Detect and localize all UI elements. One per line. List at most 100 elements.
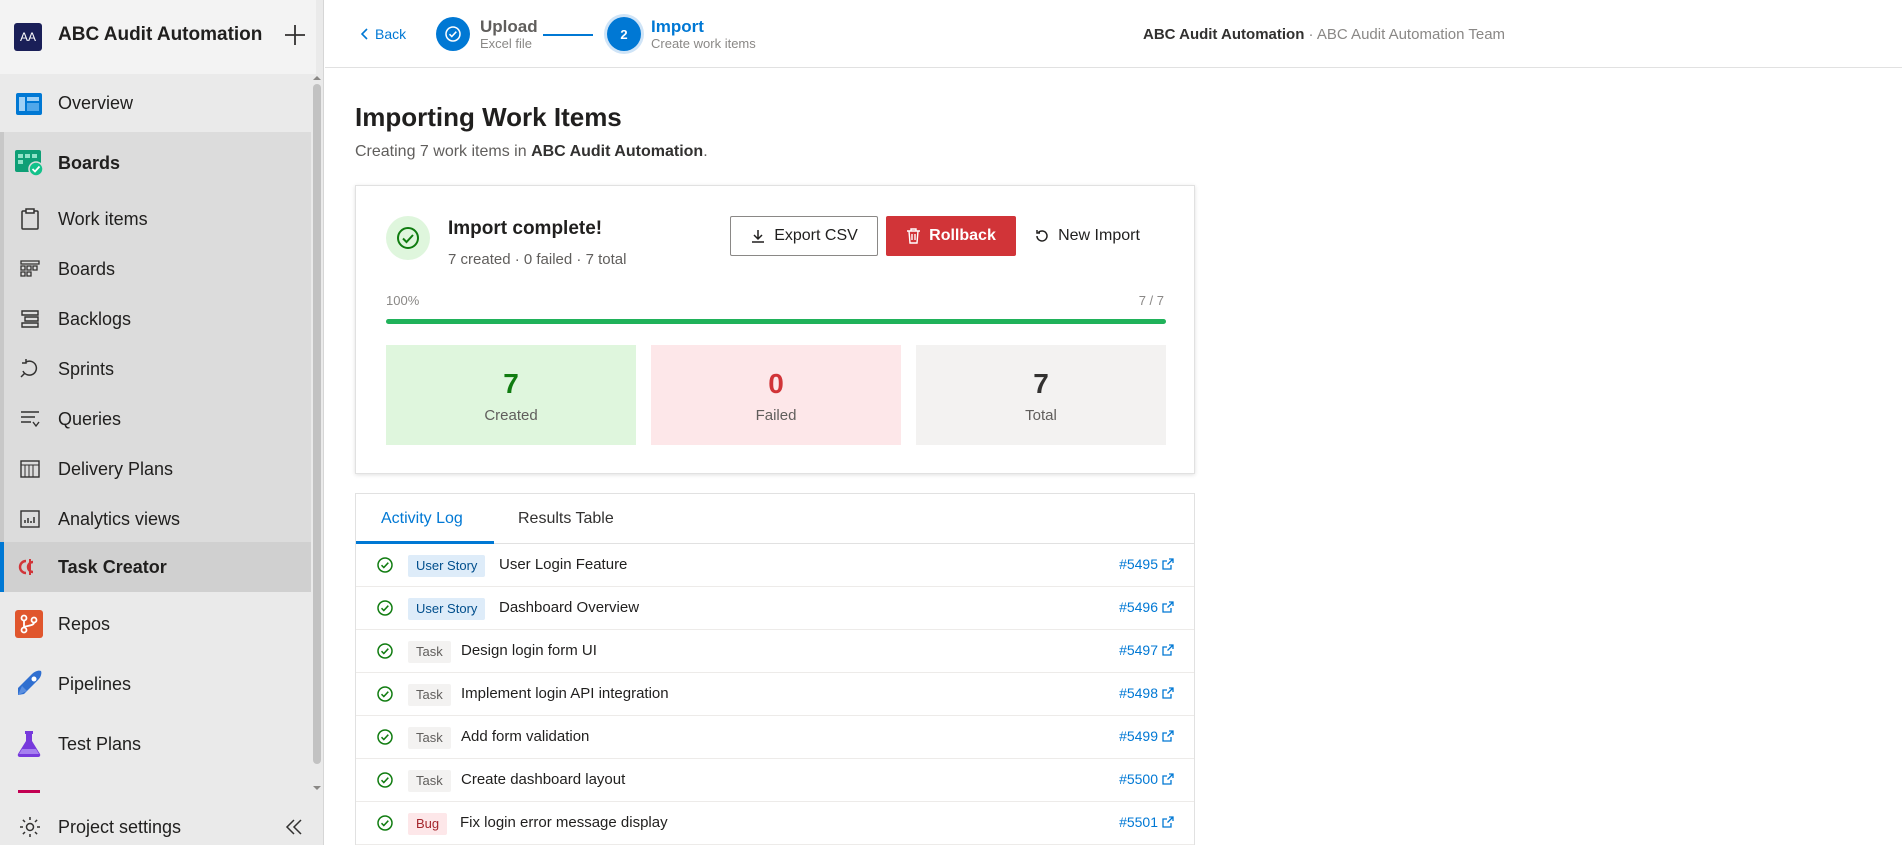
work-item-type-badge: Task — [408, 684, 451, 706]
external-link-icon — [1162, 730, 1174, 742]
step-upload[interactable]: Upload Excel file — [436, 17, 538, 51]
task-creator-icon — [18, 559, 34, 575]
work-item-id: #5500 — [1119, 771, 1158, 787]
rollback-button[interactable]: Rollback — [886, 216, 1016, 256]
step-connector — [543, 34, 593, 36]
boards-icon — [15, 150, 44, 177]
stat-value: 0 — [768, 367, 784, 399]
external-link-icon — [1162, 644, 1174, 656]
sprint-icon — [20, 359, 38, 378]
sidebar-item-project-settings[interactable]: Project settings — [0, 812, 311, 842]
plus-icon[interactable] — [282, 22, 308, 48]
tab-results-table[interactable]: Results Table — [518, 510, 614, 528]
sidebar-scrollbar[interactable] — [313, 74, 321, 794]
work-item-id: #5496 — [1119, 599, 1158, 615]
work-item-link[interactable]: #5497 — [1119, 642, 1174, 658]
step-import[interactable]: 2 Import Create work items — [607, 17, 756, 51]
work-item-title: Add form validation — [461, 728, 590, 745]
page-subtitle: Creating 7 work items in ABC Audit Autom… — [355, 143, 708, 161]
sidebar: AA ABC Audit Automation Overview Boards — [0, 0, 324, 845]
stat-label: Total — [1025, 406, 1057, 424]
work-item-type-badge: User Story — [408, 598, 486, 620]
success-badge — [386, 216, 430, 260]
work-item-id: #5501 — [1119, 814, 1158, 830]
sidebar-item-backlogs[interactable]: Backlogs — [0, 304, 311, 334]
calendar-grid-icon — [20, 460, 40, 478]
check-circle-icon — [377, 643, 393, 659]
stat-label: Created — [484, 406, 538, 424]
check-circle-icon — [377, 729, 393, 745]
external-link-icon — [1162, 687, 1174, 699]
sidebar-item-label: Analytics views — [58, 509, 181, 529]
work-item-link[interactable]: #5500 — [1119, 771, 1174, 787]
analytics-icon — [20, 510, 40, 528]
sidebar-item-sprints[interactable]: Sprints — [0, 354, 311, 384]
sidebar-item-boards[interactable]: Boards — [0, 254, 311, 284]
work-item-link[interactable]: #5495 — [1119, 556, 1174, 572]
check-circle-icon — [377, 686, 393, 702]
check-circle-icon — [377, 600, 393, 616]
list-item: Task Add form validation #5499 — [356, 716, 1194, 759]
list-item: Task Create dashboard layout #5500 — [356, 759, 1194, 802]
external-link-icon — [1162, 601, 1174, 613]
sidebar-item-delivery-plans[interactable]: Delivery Plans — [0, 454, 311, 484]
work-item-id: #5498 — [1119, 685, 1158, 701]
step-subtitle: Excel file — [480, 36, 533, 51]
sidebar-item-boards-section[interactable]: Boards — [0, 147, 311, 181]
check-circle-icon — [445, 26, 461, 42]
sidebar-item-label: Test Plans — [58, 734, 142, 754]
work-item-link[interactable]: #5496 — [1119, 599, 1174, 615]
org-name[interactable]: ABC Audit Automation — [58, 24, 262, 46]
sidebar-item-label: Project settings — [58, 817, 182, 837]
export-csv-button[interactable]: Export CSV — [730, 216, 878, 256]
sidebar-item-pipelines[interactable]: Pipelines — [0, 667, 311, 701]
sidebar-item-analytics-views[interactable]: Analytics views — [0, 504, 311, 534]
sidebar-item-label: Task Creator — [58, 557, 167, 577]
import-status-card: Import complete! 7 created · 0 failed · … — [355, 185, 1195, 474]
sidebar-item-label: Sprints — [58, 359, 115, 379]
scrollbar-thumb[interactable] — [313, 84, 321, 764]
work-item-id: #5499 — [1119, 728, 1158, 744]
stat-total: 7 Total — [916, 345, 1166, 445]
step-title: Upload — [480, 17, 538, 36]
work-item-title: User Login Feature — [499, 556, 628, 573]
sidebar-item-overview[interactable]: Overview — [0, 88, 311, 120]
trash-icon — [907, 228, 921, 244]
project-settings-row: Project settings — [0, 808, 316, 845]
work-item-link[interactable]: #5498 — [1119, 685, 1174, 701]
work-item-link[interactable]: #5501 — [1119, 814, 1174, 830]
sidebar-item-queries[interactable]: Queries — [0, 404, 311, 434]
work-item-type-badge: Task — [408, 641, 451, 663]
results-panel: Activity Log Results Table User Story Use… — [355, 493, 1195, 845]
list-item: User Story Dashboard Overview #5496 — [356, 587, 1194, 630]
back-label: Back — [375, 26, 407, 42]
sidebar-item-label: Repos — [58, 614, 111, 634]
project-name: ABC Audit Automation — [1143, 26, 1305, 43]
step-subtitle: Create work items — [651, 36, 756, 51]
check-circle-icon — [377, 815, 393, 831]
scroll-down-icon[interactable] — [313, 784, 321, 792]
sidebar-item-task-creator[interactable]: Task Creator — [0, 552, 311, 582]
work-item-title: Dashboard Overview — [499, 599, 640, 616]
work-item-type-badge: Task — [408, 727, 451, 749]
step-title: Import — [651, 17, 704, 36]
subtitle-prefix: Creating 7 work items in — [355, 143, 532, 160]
stat-value: 7 — [503, 367, 519, 399]
scroll-up-icon[interactable] — [313, 74, 321, 82]
wizard-header: Back Upload Excel file 2 Import Create w… — [325, 6, 1902, 68]
stat-created: 7 Created — [386, 345, 636, 445]
org-avatar[interactable]: AA — [14, 23, 42, 51]
collapse-sidebar-icon[interactable] — [284, 817, 304, 837]
download-icon — [752, 230, 765, 243]
sidebar-item-test-plans[interactable]: Test Plans — [0, 727, 311, 761]
tab-activity-log[interactable]: Activity Log — [381, 510, 463, 528]
new-import-button[interactable]: New Import — [1024, 216, 1150, 256]
sidebar-item-label: Overview — [58, 93, 134, 113]
tab-bar: Activity Log Results Table — [356, 494, 1194, 544]
external-link-icon — [1162, 558, 1174, 570]
back-button[interactable]: Back — [361, 26, 406, 42]
sidebar-item-repos[interactable]: Repos — [0, 607, 311, 641]
work-item-link[interactable]: #5499 — [1119, 728, 1174, 744]
clipboard-icon — [21, 208, 39, 230]
sidebar-item-work-items[interactable]: Work items — [0, 204, 311, 234]
